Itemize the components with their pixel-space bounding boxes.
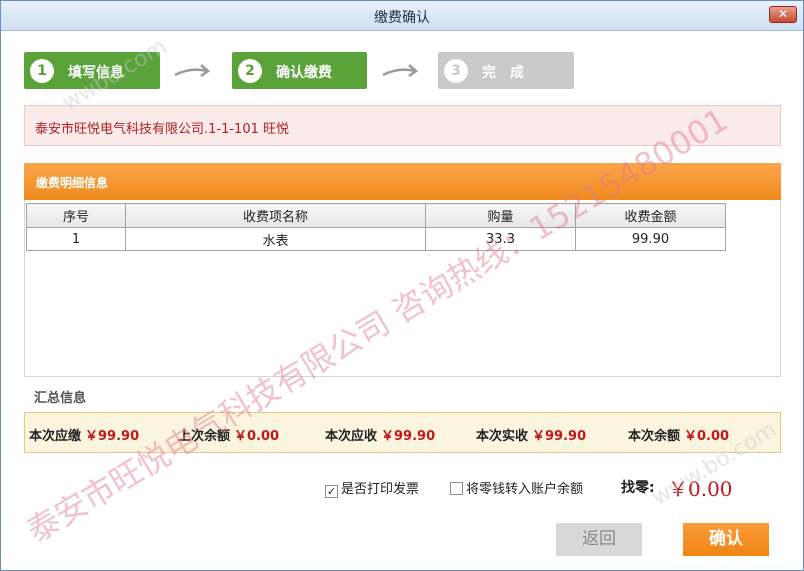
window-title: 缴费确认 <box>374 10 430 26</box>
summary-previous-balance: 上次余额 ￥0.00 <box>178 425 279 444</box>
detail-table-panel: 序号 收费项名称 购量 收费金额 1 水表 33.3 99.90 <box>24 200 781 377</box>
payment-detail-table: 序号 收费项名称 购量 收费金额 1 水表 33.3 99.90 <box>26 203 726 251</box>
title-bar: 缴费确认 ✕ <box>1 1 803 31</box>
cell-item-name: 水表 <box>125 227 426 251</box>
summary-receivable: 本次应收 ￥99.90 <box>325 425 435 444</box>
step-label: 填写信息 <box>68 65 124 81</box>
change-amount: ￥0.00 <box>668 477 733 501</box>
step-label: 完 成 <box>482 65 524 81</box>
cell-quantity: 33.3 <box>425 227 576 251</box>
transfer-change-checkbox[interactable] <box>450 482 463 495</box>
step-number: 3 <box>444 59 468 83</box>
step-confirm-payment: 2 确认缴费 <box>232 52 367 89</box>
detail-section-header: 缴费明细信息 <box>24 163 781 200</box>
summary-value: ￥99.90 <box>532 429 587 444</box>
summary-label: 本次应缴 <box>29 429 82 444</box>
step-number: 2 <box>238 59 262 83</box>
summary-label: 上次余额 <box>178 429 231 444</box>
summary-current-balance: 本次余额 ￥0.00 <box>628 425 729 444</box>
summary-title: 汇总信息 <box>34 391 87 406</box>
print-invoice-checkbox[interactable]: ✓ <box>325 485 338 498</box>
summary-value: ￥0.00 <box>684 429 730 444</box>
close-button[interactable]: ✕ <box>769 6 797 23</box>
payment-confirm-dialog: 缴费确认 ✕ 1 填写信息 2 确认缴费 3 完 成 泰安市旺悦电气科技有限公司… <box>0 0 804 571</box>
step-arrow-icon <box>174 64 211 78</box>
cell-index: 1 <box>26 227 126 251</box>
summary-value: ￥0.00 <box>234 429 280 444</box>
step-number: 1 <box>30 59 54 83</box>
transfer-change-label[interactable]: 将零钱转入账户余额 <box>466 482 583 497</box>
summary-label: 本次余额 <box>628 429 681 444</box>
step-complete: 3 完 成 <box>438 52 574 89</box>
summary-value: ￥99.90 <box>85 429 140 444</box>
back-button[interactable]: 返回 <box>556 523 642 556</box>
print-invoice-label[interactable]: 是否打印发票 <box>341 482 419 497</box>
summary-label: 本次应收 <box>325 429 378 444</box>
transfer-change-option[interactable]: 将零钱转入账户余额 <box>450 478 583 497</box>
summary-due-now: 本次应缴 ￥99.90 <box>29 425 139 444</box>
column-header-index[interactable]: 序号 <box>26 203 126 228</box>
summary-received: 本次实收 ￥99.90 <box>476 425 586 444</box>
table-header-row: 序号 收费项名称 购量 收费金额 <box>26 203 726 228</box>
print-invoice-option[interactable]: ✓ 是否打印发票 <box>325 478 419 498</box>
column-header-amount[interactable]: 收费金额 <box>575 203 726 228</box>
confirm-button[interactable]: 确认 <box>683 523 769 556</box>
column-header-quantity[interactable]: 购量 <box>425 203 576 228</box>
summary-value: ￥99.90 <box>381 429 436 444</box>
step-label: 确认缴费 <box>276 65 332 81</box>
summary-label: 本次实收 <box>476 429 529 444</box>
table-row[interactable]: 1 水表 33.3 99.90 <box>26 227 726 251</box>
cell-amount: 99.90 <box>575 227 726 251</box>
summary-panel: 本次应缴 ￥99.90 上次余额 ￥0.00 本次应收 ￥99.90 本次实收 ￥99.… <box>24 412 781 453</box>
customer-address: 泰安市旺悦电气科技有限公司.1-1-101 旺悦 <box>35 122 290 137</box>
column-header-item-name[interactable]: 收费项名称 <box>125 203 426 228</box>
detail-section-title: 缴费明细信息 <box>36 176 109 190</box>
step-arrow-icon <box>382 64 419 78</box>
change-label: 找零: <box>621 480 655 496</box>
customer-address-bar: 泰安市旺悦电气科技有限公司.1-1-101 旺悦 <box>24 105 781 146</box>
step-fill-info: 1 填写信息 <box>24 52 160 89</box>
